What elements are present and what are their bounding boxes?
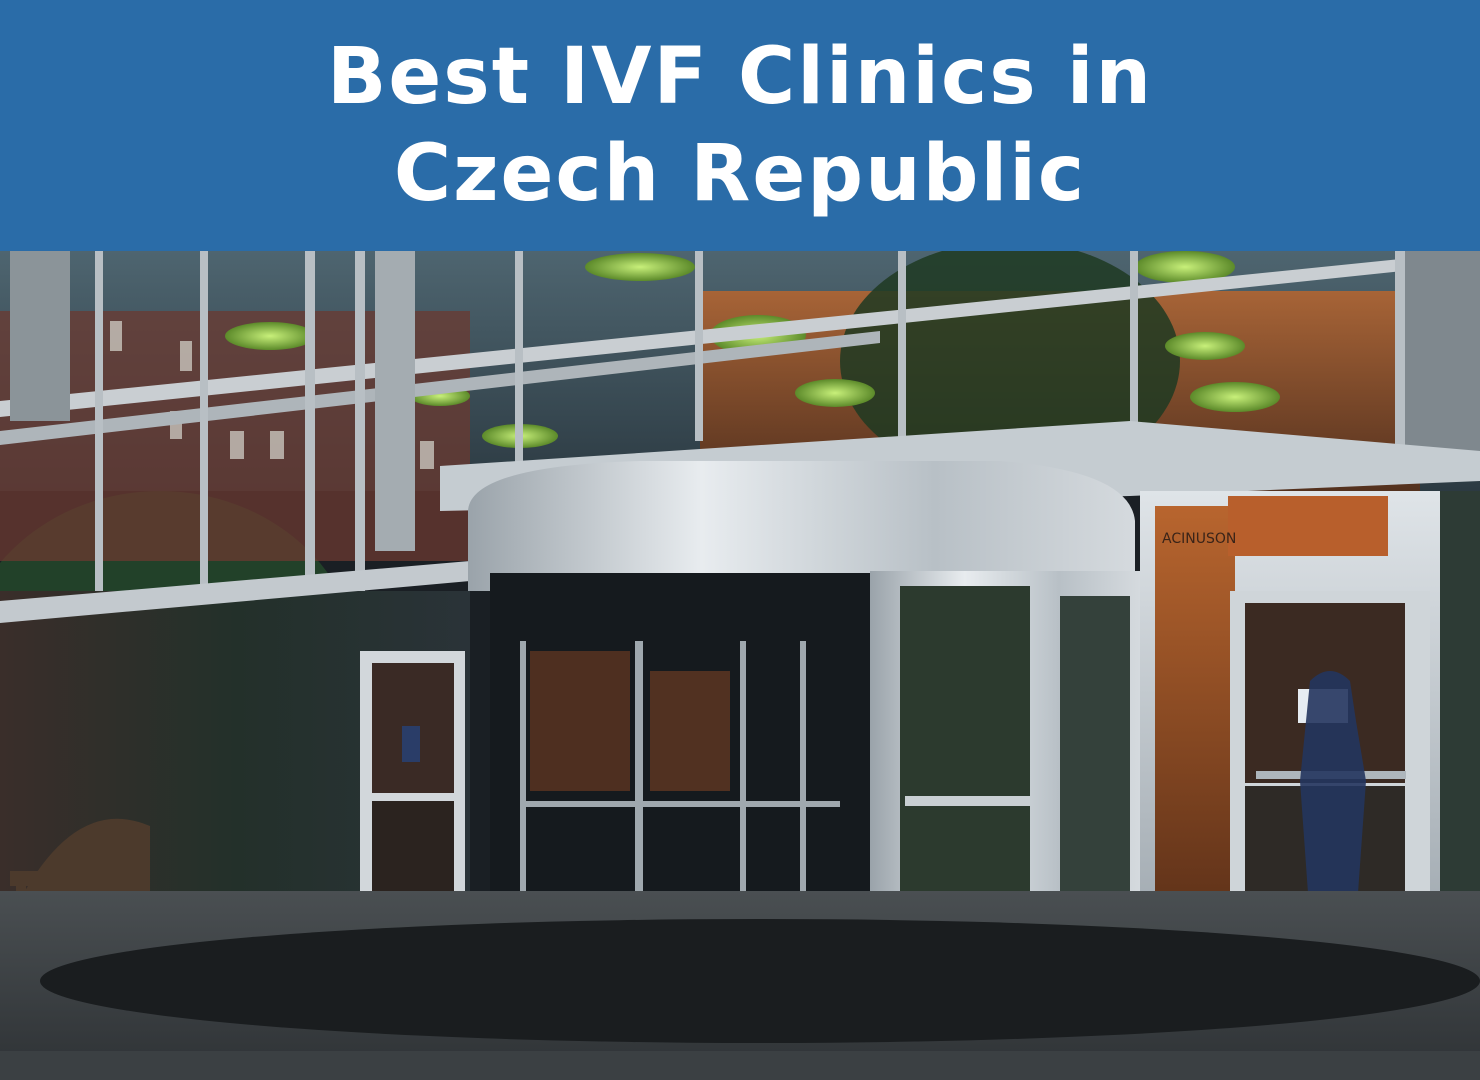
banner-title-line-1: Best IVF Clinics in <box>326 31 1154 122</box>
column <box>1405 251 1480 471</box>
accessibility-sign <box>402 726 420 762</box>
column <box>10 251 70 421</box>
clinic-entrance-photo: ACINUSON <box>0 251 1480 1080</box>
interior-lobby <box>1155 506 1235 936</box>
featured-image: Best IVF Clinics in Czech Republic ACINU… <box>0 0 1480 1080</box>
column <box>375 251 415 551</box>
entrance-mat <box>40 919 1480 1043</box>
title-banner: Best IVF Clinics in Czech Republic <box>0 0 1480 251</box>
banner-title: Best IVF Clinics in Czech Republic <box>327 29 1153 223</box>
building-sign: ACINUSON <box>1162 531 1236 547</box>
banner-title-line-2: Czech Republic <box>393 128 1087 219</box>
